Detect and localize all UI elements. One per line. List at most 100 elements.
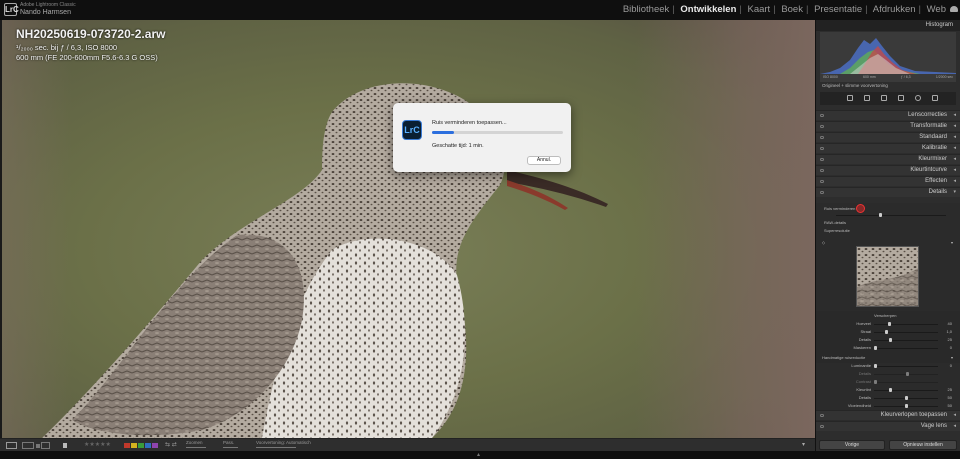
color-detail-slider[interactable]: Details 50 <box>816 395 960 401</box>
bird-image <box>42 83 608 438</box>
manual-noise-reduction-title[interactable]: Handmatige ruisreductie <box>822 355 865 360</box>
flag-icon[interactable] <box>63 443 67 448</box>
histogram-header[interactable]: Histogram <box>816 20 960 31</box>
section-lenscorrecties[interactable]: Lenscorrecties ◂ <box>816 110 960 120</box>
hist-aperture: ƒ / 6,3 <box>900 75 911 79</box>
hist-iso: ISO 8000 <box>823 75 838 79</box>
collapse-triangle-icon: ◂ <box>953 412 956 418</box>
luminance-detail-slider[interactable]: Details <box>816 371 960 377</box>
app-name: Adobe Lightroom Classic <box>20 2 76 8</box>
label-blue-icon[interactable] <box>145 443 151 448</box>
hist-focal: 600 mm <box>863 75 876 79</box>
eye-icon[interactable] <box>820 169 824 172</box>
star-rating[interactable]: ★★★★★ <box>84 441 111 448</box>
module-web[interactable]: Web <box>927 4 946 15</box>
eye-icon[interactable] <box>820 125 824 128</box>
soft-proof-slider[interactable] <box>256 447 296 448</box>
detail-preview-thumbnail[interactable] <box>856 246 919 307</box>
section-standaard[interactable]: Standaard ◂ <box>816 132 960 142</box>
section-vage-lens[interactable]: Vage lens ◂ <box>816 421 960 431</box>
sharpen-radius-slider[interactable]: Straal 1,0 <box>816 329 960 335</box>
sharpen-amount-slider[interactable]: Hoeveel 40 <box>816 321 960 327</box>
crop-icon[interactable] <box>864 95 870 101</box>
module-boek[interactable]: Boek <box>781 4 803 15</box>
module-bibliotheek[interactable]: Bibliotheek <box>623 4 669 15</box>
section-kleurverlopen[interactable]: Kleurverlopen toepassen ◂ <box>816 410 960 420</box>
label-green-icon[interactable] <box>138 443 144 448</box>
details-section-body: Ruis verminderen RAW-details Superresolu… <box>816 203 960 427</box>
estimated-time-label: Geschatte tijd: 1 min. <box>432 143 484 149</box>
manual-nr-triangle-icon[interactable]: ▾ <box>951 355 953 360</box>
zoom-label: Zoomen <box>186 440 203 445</box>
color-smoothness-slider[interactable]: Vloeiendheid 50 <box>816 403 960 409</box>
denoise-amount-slider[interactable] <box>816 212 960 218</box>
eye-icon[interactable] <box>820 158 824 161</box>
collapse-triangle-icon: ◂ <box>953 167 956 173</box>
heal-icon[interactable] <box>881 95 887 101</box>
luminance-slider[interactable]: Luminantie 0 <box>816 363 960 369</box>
rotate-arrows-icon[interactable]: ⇆ ⇄ <box>165 441 177 448</box>
detail-preview-dropdown-icon[interactable]: ▾ <box>951 240 953 245</box>
section-kalibratie[interactable]: Kalibratie ◂ <box>816 143 960 153</box>
module-afdrukken[interactable]: Afdrukken <box>873 4 916 15</box>
user-name[interactable]: Nando Harmsen <box>20 9 71 16</box>
lens-info: 600 mm (FE 200-600mm F5.6-6.3 G OSS) <box>16 53 158 62</box>
color-slider[interactable]: Kleurtint 25 <box>816 387 960 393</box>
toolbar-menu-chevron-icon[interactable]: ▾ <box>802 441 805 448</box>
presets-icon[interactable] <box>932 95 938 101</box>
cancel-button[interactable]: Annul. <box>527 156 561 165</box>
module-kaart[interactable]: Kaart <box>747 4 770 15</box>
filmstrip-bar: ▴ <box>0 451 960 459</box>
redeye-icon[interactable] <box>898 95 904 101</box>
eye-icon[interactable] <box>820 114 824 117</box>
edit-sliders-icon[interactable] <box>847 95 853 101</box>
super-resolution-label[interactable]: Superresolutie <box>824 228 850 233</box>
before-after-icon[interactable] <box>22 442 34 449</box>
previous-button[interactable]: Vorige <box>819 440 885 450</box>
fit-slider[interactable] <box>223 447 238 448</box>
tool-strip <box>820 92 956 105</box>
lrc-logo: LrC <box>4 3 19 16</box>
section-kleurtintcurve[interactable]: Kleurtintcurve ◂ <box>816 165 960 175</box>
section-transformatie[interactable]: Transformatie ◂ <box>816 121 960 131</box>
original-preview-label: Origineel + slimme voorvertoning <box>822 83 888 88</box>
eye-icon[interactable] <box>820 180 824 183</box>
photo-canvas[interactable]: NH20250619-073720-2.arw ¹/₂₀₀₀ sec. bij … <box>2 20 815 438</box>
sharpen-title: Verscherpen <box>874 313 897 318</box>
denoise-label[interactable]: Ruis verminderen <box>824 206 855 211</box>
split-view-icon[interactable] <box>41 442 50 449</box>
eye-icon[interactable] <box>820 414 824 417</box>
luminance-contrast-slider[interactable]: Contrast <box>816 379 960 385</box>
sharpen-masking-slider[interactable]: Maskeren 0 <box>816 345 960 351</box>
sharpen-detail-slider[interactable]: Details 25 <box>816 337 960 343</box>
label-yellow-icon[interactable] <box>131 443 137 448</box>
collapse-triangle-icon: ◂ <box>953 178 956 184</box>
raw-details-label[interactable]: RAW-details <box>824 220 846 225</box>
label-purple-icon[interactable] <box>152 443 158 448</box>
section-details[interactable]: Details ▾ <box>816 187 960 197</box>
eye-icon[interactable] <box>820 425 824 428</box>
label-red-icon[interactable] <box>124 443 130 448</box>
collapse-triangle-icon: ◂ <box>953 423 956 429</box>
top-bar: LrC Adobe Lightroom Classic Nando Harmse… <box>0 0 960 20</box>
cloud-sync-icon[interactable] <box>950 6 958 12</box>
collapse-triangle-icon: ◂ <box>953 145 956 151</box>
before-after-dropdown-icon[interactable] <box>36 444 40 448</box>
filmstrip-toggle-icon[interactable]: ▴ <box>477 451 480 458</box>
section-effecten[interactable]: Effecten ◂ <box>816 176 960 186</box>
expand-triangle-icon: ▾ <box>953 189 956 195</box>
reset-button[interactable]: Opnieuw instellen <box>889 440 957 450</box>
histogram-graph <box>820 38 956 74</box>
eye-icon[interactable] <box>820 147 824 150</box>
section-kleurmixer[interactable]: Kleurmixer ◂ <box>816 154 960 164</box>
loupe-view-icon[interactable] <box>6 442 17 449</box>
eye-icon[interactable] <box>820 191 824 194</box>
masking-icon[interactable] <box>915 95 921 101</box>
eye-icon[interactable] <box>820 136 824 139</box>
fit-label: Pass. <box>223 440 235 445</box>
module-presentatie[interactable]: Presentatie <box>814 4 862 15</box>
target-adjust-icon[interactable]: ◇ <box>822 240 825 245</box>
zoom-slider[interactable] <box>186 447 206 448</box>
progress-bar-fill <box>432 131 455 134</box>
module-ontwikkelen[interactable]: Ontwikkelen <box>680 4 736 15</box>
